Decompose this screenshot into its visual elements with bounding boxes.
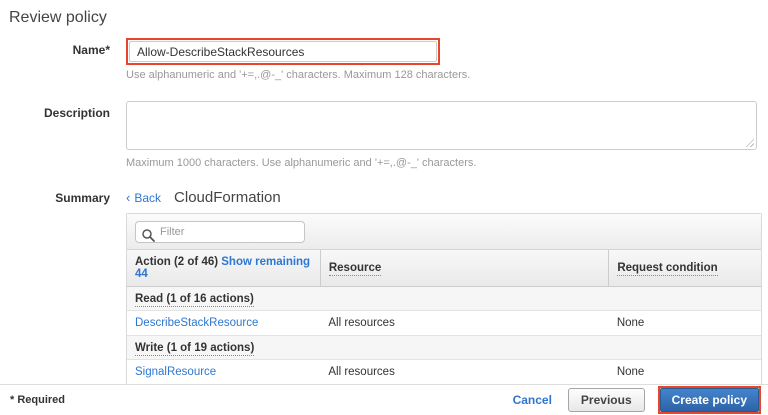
name-help-text: Use alphanumeric and '+=,.@-_' character… [126,69,470,81]
service-title: CloudFormation [174,189,281,206]
name-row: Name* Use alphanumeric and '+=,.@-_' cha… [0,38,768,81]
summary-label: Summary [0,191,110,205]
description-help-text: Maximum 1000 characters. Use alphanumeri… [126,157,757,169]
required-note: * Required [10,394,65,406]
resource-column-header: Resource [320,250,608,287]
read-group-row: Read (1 of 16 actions) [127,287,761,311]
description-row: Description Maximum 1000 characters. Use… [0,101,768,169]
write-group-row: Write (1 of 19 actions) [127,336,761,360]
summary-panel: Action (2 of 46) Show remaining 44 Resou… [126,213,762,386]
create-policy-button[interactable]: Create policy [660,388,759,412]
condition-cell: None [609,311,761,336]
action-link-signalresource[interactable]: SignalResource [135,366,216,378]
back-link[interactable]: ‹Back [126,190,161,205]
create-policy-annotation-highlight: Create policy [658,386,761,414]
name-annotation-highlight [126,38,440,65]
action-column-header: Action (2 of 46) Show remaining 44 [127,250,320,287]
write-group-label: Write (1 of 19 actions) [135,342,254,356]
filter-bar [127,214,761,250]
name-label: Name* [0,38,110,57]
policy-description-textarea[interactable] [126,101,757,150]
action-link-describestackresource[interactable]: DescribeStackResource [135,317,258,329]
cancel-link[interactable]: Cancel [513,393,552,407]
back-chevron-icon: ‹ [126,190,130,205]
table-row: SignalResource All resources None [127,360,761,385]
previous-button[interactable]: Previous [568,388,645,412]
summary-table: Action (2 of 46) Show remaining 44 Resou… [127,250,761,385]
table-header-row: Action (2 of 46) Show remaining 44 Resou… [127,250,761,287]
request-condition-column-header: Request condition [609,250,761,287]
filter-input[interactable] [135,221,305,243]
table-row: DescribeStackResource All resources None [127,311,761,336]
page-title: Review policy [0,0,768,27]
resource-cell: All resources [320,311,608,336]
summary-row: Summary ‹Back CloudFormation [0,189,768,206]
description-label: Description [0,101,110,120]
resource-cell: All resources [320,360,608,385]
search-icon [141,228,155,242]
policy-name-input[interactable] [129,41,437,62]
footer-bar: * Required Cancel Previous Create policy [0,384,768,415]
condition-cell: None [609,360,761,385]
read-group-label: Read (1 of 16 actions) [135,293,254,307]
review-policy-page: Review policy Name* Use alphanumeric and… [0,0,768,415]
